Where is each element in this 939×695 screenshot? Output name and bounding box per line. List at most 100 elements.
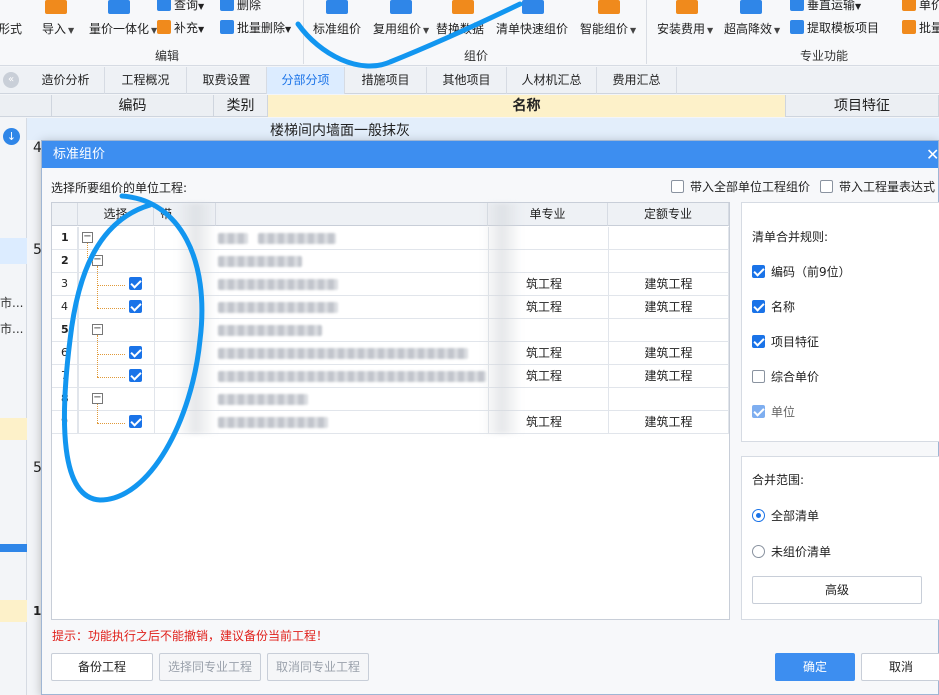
- merge-rules-title: 清单合并规则:: [752, 230, 829, 244]
- blurred-text: [258, 233, 336, 244]
- row-checkbox[interactable]: [129, 415, 142, 428]
- quota-cell: 建筑工程: [644, 346, 693, 360]
- left-strip-scroll[interactable]: [0, 544, 27, 552]
- unit-price-partial-button[interactable]: 单价: [902, 0, 939, 13]
- collapse-icon[interactable]: −: [92, 393, 103, 404]
- rule-feature[interactable]: 项目特征: [752, 333, 819, 350]
- delete-button[interactable]: 删除: [220, 0, 261, 13]
- install-fee-button[interactable]: 安装费用 ▼: [657, 20, 713, 38]
- vertical-transport-button[interactable]: 垂直运输▼: [790, 0, 861, 13]
- rule-unit-price[interactable]: 综合单价: [752, 368, 819, 385]
- col-sep: [154, 227, 155, 434]
- col-sep: [728, 227, 729, 434]
- rule-name[interactable]: 名称: [752, 298, 795, 315]
- price-integration-button[interactable]: 量价一体化 ▼: [89, 20, 157, 38]
- extract-template-button[interactable]: 提取模板项目: [790, 20, 879, 36]
- query-icon: [157, 0, 171, 11]
- reuse-group-button[interactable]: 复用组价 ▼: [373, 20, 429, 38]
- collapse-icon[interactable]: −: [92, 324, 103, 335]
- tab-project-overview[interactable]: 工程概况: [105, 67, 187, 94]
- rule-code[interactable]: 编码（前9位）: [752, 263, 851, 280]
- blurred-text: [218, 279, 338, 290]
- tab-fee-settings[interactable]: 取费设置: [187, 67, 267, 94]
- row-number: 5: [52, 319, 78, 341]
- col-sep: [78, 227, 79, 434]
- merge-scope-title: 合并范围:: [752, 473, 805, 487]
- price-integration-icon: [108, 0, 130, 14]
- ribbon-left-partial: 形式: [0, 22, 23, 36]
- tab-other-items[interactable]: 其他项目: [427, 67, 507, 94]
- rule-unit: 单位: [752, 403, 795, 420]
- extract-template-icon: [790, 20, 804, 34]
- backup-button[interactable]: 备份工程: [51, 653, 153, 681]
- supplement-button[interactable]: 补充▼: [157, 20, 204, 36]
- header-name-blurred: [216, 203, 488, 226]
- tab-sub-items[interactable]: 分部分项: [267, 67, 345, 94]
- row-number: 1: [52, 227, 78, 249]
- smart-group-button[interactable]: 智能组价 ▼: [580, 20, 636, 38]
- left-strip: ↓ 市... 市...: [0, 118, 27, 695]
- collapse-icon[interactable]: «: [3, 72, 19, 88]
- import-button[interactable]: 导入 ▼: [42, 20, 74, 38]
- standard-group-button[interactable]: 标准组价: [313, 20, 361, 38]
- all-units-checkbox[interactable]: [671, 180, 684, 193]
- cancel-button[interactable]: 取消: [861, 653, 939, 681]
- bg-grid-row[interactable]: 楼梯间内墙面一般抹灰: [0, 118, 939, 140]
- tree-line: [97, 354, 125, 355]
- bg-header-feature: 项目特征: [786, 95, 939, 117]
- row-number: 7: [52, 365, 78, 387]
- close-icon[interactable]: ✕: [926, 141, 939, 168]
- quota-cell: 建筑工程: [644, 369, 693, 383]
- vertical-transport-icon: [790, 0, 804, 11]
- row-checkbox[interactable]: [129, 369, 142, 382]
- row-number: 4: [52, 296, 78, 318]
- scope-ungrouped[interactable]: 未组价清单: [752, 543, 831, 560]
- scope-all[interactable]: 全部清单: [752, 507, 819, 524]
- standard-group-dialog: 标准组价 ✕ 选择所要组价的单位工程: 带入全部单位工程组价 带入工程量表达式 …: [41, 140, 939, 695]
- col-sep: [608, 227, 609, 434]
- tree-line: [97, 308, 125, 309]
- quick-group-button[interactable]: 清单快速组价: [496, 20, 568, 38]
- row-checkbox[interactable]: [129, 300, 142, 313]
- rule-feature-checkbox[interactable]: [752, 335, 765, 348]
- tab-fee-summary[interactable]: 费用汇总: [597, 67, 677, 94]
- row-checkbox[interactable]: [129, 277, 142, 290]
- bg-grid-header: 编码 类别 名称 项目特征: [0, 95, 939, 117]
- quantity-expr-option[interactable]: 带入工程量表达式: [820, 178, 935, 195]
- quantity-expr-checkbox[interactable]: [820, 180, 833, 193]
- cancel-same-major-button[interactable]: 取消同专业工程: [267, 653, 369, 681]
- high-reduction-button[interactable]: 超高降效 ▼: [724, 20, 780, 38]
- ribbon-toolbar: 形式 导入 ▼ 量价一体化 ▼ 查询▼ 补充▼ 删除 批量删除▼ 编辑 标准组价 复…: [0, 0, 939, 66]
- major-cell: 筑工程: [526, 346, 563, 360]
- rule-code-checkbox[interactable]: [752, 265, 765, 278]
- replace-data-button[interactable]: 替换数据: [436, 20, 484, 38]
- tab-labor-material[interactable]: 人材机汇总: [507, 67, 597, 94]
- dialog-subtitle: 选择所要组价的单位工程:: [51, 181, 188, 195]
- download-icon[interactable]: ↓: [3, 128, 20, 145]
- tab-measures[interactable]: 措施项目: [345, 67, 427, 94]
- batch-delete-icon: [220, 20, 234, 34]
- row-number: 6: [52, 342, 78, 364]
- rule-name-checkbox[interactable]: [752, 300, 765, 313]
- warning-hint: 提示：功能执行之后不能撤销，建议备份当前工程！: [52, 629, 329, 643]
- scope-ungrouped-radio[interactable]: [752, 545, 765, 558]
- group-separator: [646, 0, 647, 64]
- tab-cost-analysis[interactable]: 造价分析: [27, 67, 105, 94]
- batch-partial-button[interactable]: 批量: [902, 20, 939, 36]
- supplement-icon: [157, 20, 171, 34]
- scope-all-radio[interactable]: [752, 509, 765, 522]
- collapse-icon[interactable]: −: [92, 255, 103, 266]
- select-same-major-button[interactable]: 选择同专业工程: [159, 653, 261, 681]
- table-corner: [52, 203, 78, 226]
- left-strip-highlight: [0, 600, 27, 622]
- advanced-button[interactable]: 高级: [752, 576, 922, 604]
- row-checkbox[interactable]: [129, 346, 142, 359]
- query-button[interactable]: 查询▼: [157, 0, 204, 13]
- rule-unit-price-checkbox[interactable]: [752, 370, 765, 383]
- row-number: 2: [52, 250, 78, 272]
- ok-button[interactable]: 确定: [775, 653, 855, 681]
- collapse-icon[interactable]: −: [82, 232, 93, 243]
- all-units-option[interactable]: 带入全部单位工程组价: [671, 178, 810, 195]
- batch-delete-button[interactable]: 批量删除▼: [220, 20, 291, 36]
- reuse-group-icon: [390, 0, 412, 14]
